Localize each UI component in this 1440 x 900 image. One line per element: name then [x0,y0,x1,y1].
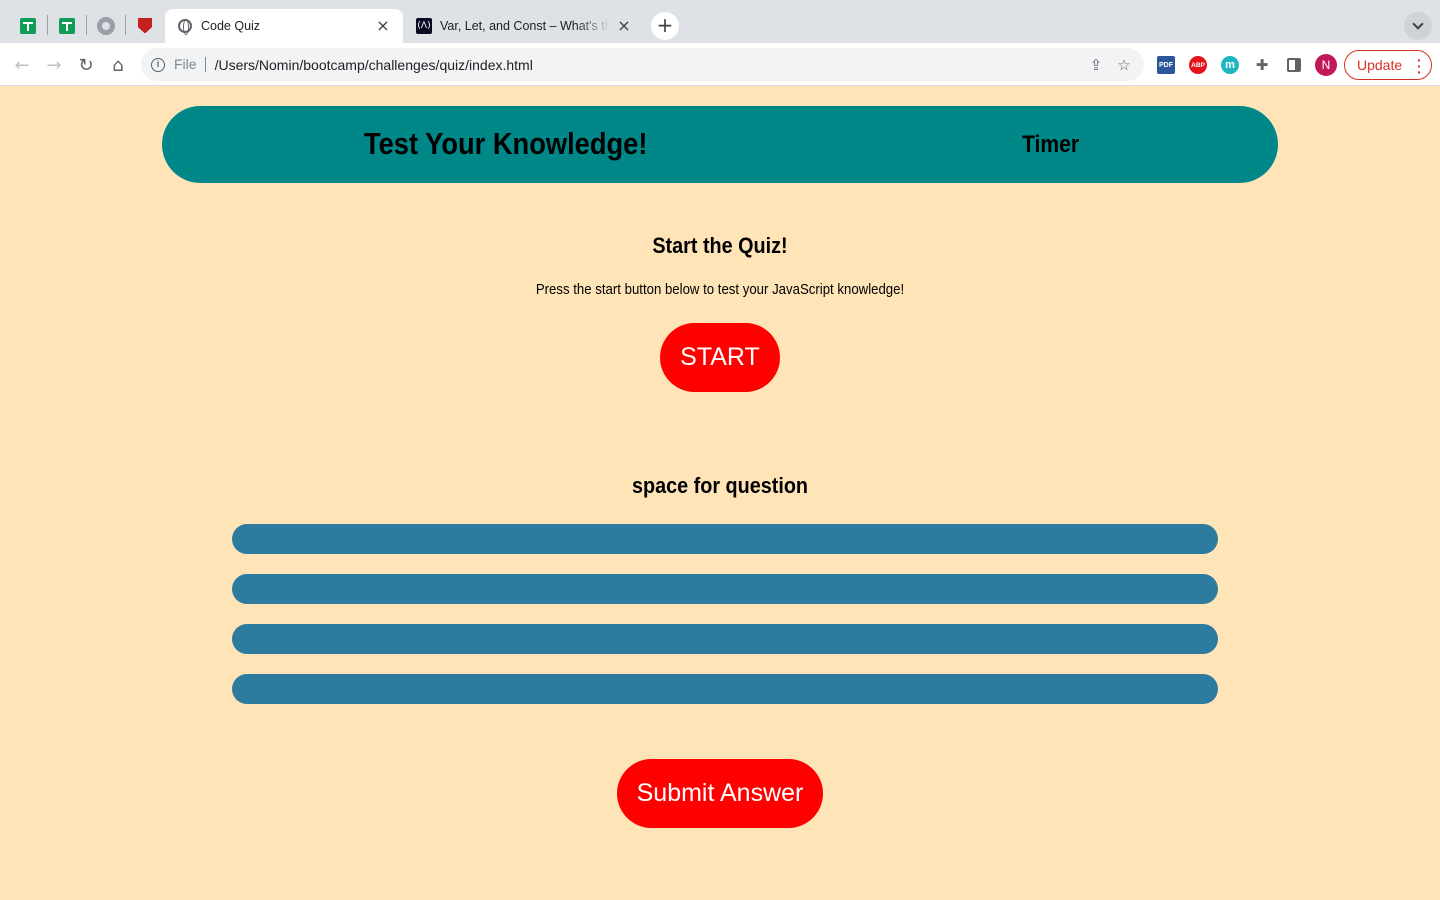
pinned-tab-sheets-1[interactable] [9,9,47,42]
globe-icon [177,18,193,35]
pinned-tab-shield[interactable] [126,9,164,42]
start-description: Press the start button below to test you… [535,281,905,298]
pinned-tab-github[interactable] [87,9,125,42]
tab-title: Code Quiz [201,19,261,33]
home-icon: ⌂ [112,54,124,76]
browser-toolbar: ← → ↻ ⌂ i File /Users/Nomin/bootcamp/cha… [0,43,1440,86]
google-sheets-icon [20,17,36,34]
profile-avatar[interactable]: N [1315,54,1337,76]
new-tab-button[interactable]: + [651,12,679,40]
chevron-down-icon [1412,18,1424,30]
m-extension-icon[interactable]: m [1221,56,1239,74]
tab-strip: Code Quiz × (Λ) Var, Let, and Const – Wh… [0,0,1440,43]
side-panel-icon[interactable] [1287,58,1301,72]
info-icon[interactable]: i [151,57,165,72]
arrow-left-icon: ← [14,54,30,76]
page-title: Test Your Knowledge! [364,126,648,161]
arrow-right-icon: → [46,54,62,76]
file-chip: File [174,57,206,72]
reload-icon: ↻ [78,54,94,76]
answer-option-3[interactable] [232,624,1218,654]
google-sheets-icon [59,17,75,34]
github-icon [97,16,115,35]
start-heading: Start the Quiz! [652,233,788,258]
adblock-extension-icon[interactable]: ABP [1189,56,1207,74]
home-button[interactable]: ⌂ [104,51,132,79]
url-text[interactable]: /Users/Nomin/bootcamp/challenges/quiz/in… [215,57,1082,73]
reload-button[interactable]: ↻ [72,51,100,79]
extensions-puzzle-icon[interactable]: ✚ [1253,56,1271,74]
tab-search-button[interactable] [1404,12,1432,40]
tab-code-quiz[interactable]: Code Quiz × [165,9,403,43]
back-button[interactable]: ← [8,51,36,79]
shield-icon [138,17,152,34]
pinned-tab-sheets-2[interactable] [48,9,86,42]
update-label: Update [1357,57,1403,73]
more-menu-icon: · · · [1417,52,1422,80]
answer-option-4[interactable] [232,674,1218,704]
start-button[interactable]: START [660,323,780,392]
tab-var-let-const[interactable]: (Λ) Var, Let, and Const – What's the Dif… [404,9,644,43]
forward-button[interactable]: → [40,51,68,79]
pdf-extension-icon[interactable]: PDF [1157,56,1175,74]
submit-answer-button[interactable]: Submit Answer [617,759,823,828]
share-icon[interactable]: ⇪ [1082,51,1110,79]
quiz-header [162,106,1278,183]
timer-label: Timer [1022,131,1080,158]
close-tab-icon[interactable]: × [616,18,632,34]
freecodecamp-icon: (Λ) [416,18,432,34]
bookmark-star-icon[interactable]: ☆ [1110,51,1138,79]
tab-title: Var, Let, and Const – What's the Differe… [440,19,610,33]
answer-option-1[interactable] [232,524,1218,554]
question-text: space for question [631,473,809,498]
answer-option-2[interactable] [232,574,1218,604]
update-button[interactable]: Update · · · [1344,50,1432,80]
close-tab-icon[interactable]: × [375,18,391,34]
address-bar[interactable]: i File /Users/Nomin/bootcamp/challenges/… [141,48,1144,81]
